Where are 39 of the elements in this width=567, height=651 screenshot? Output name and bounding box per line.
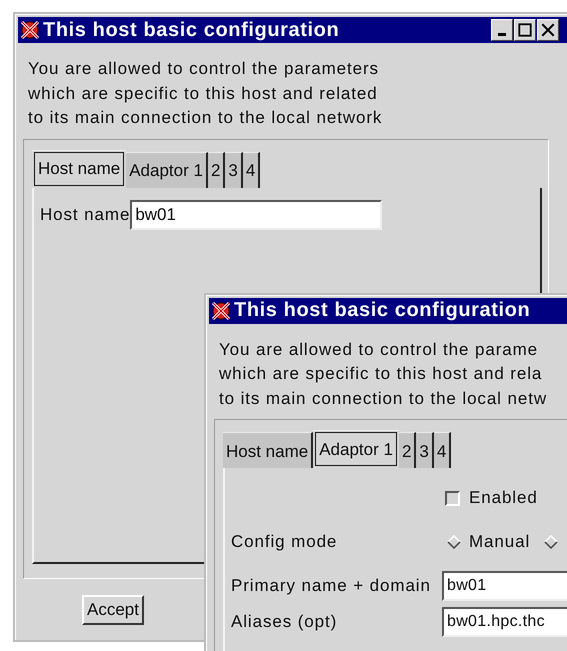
maximize-icon [517, 22, 533, 38]
checkbox-label: Enabled [469, 488, 538, 508]
minimize-icon [498, 33, 506, 36]
tab[interactable]: 4 [434, 432, 452, 468]
field-label: Host name [40, 204, 130, 224]
tab[interactable]: 2 [398, 432, 416, 468]
maximize-button[interactable] [514, 19, 536, 41]
tab[interactable]: Host name [223, 432, 314, 468]
window-title: This host basic configuration [43, 18, 340, 42]
window-title: This host basic configuration [234, 299, 530, 322]
input-field[interactable]: bw01.hpc.thc [442, 607, 567, 637]
input-field[interactable]: bw01 [130, 200, 382, 230]
close-icon [540, 22, 556, 38]
description-text: You are allowed to control the parame [219, 338, 540, 360]
description-text: You are allowed to control the parameters [28, 58, 380, 80]
radio-label: Manual [469, 532, 530, 552]
tab[interactable]: 3 [416, 432, 434, 468]
tab[interactable]: 4 [242, 152, 260, 188]
tab[interactable]: Host name [32, 150, 126, 188]
tab[interactable]: Adaptor 1 [126, 152, 208, 188]
tab[interactable]: Adaptor 1 [313, 430, 399, 468]
close-button[interactable] [537, 19, 559, 41]
description-text: to its main connection to the local network [28, 107, 384, 129]
accept-button[interactable]: Accept [82, 594, 144, 624]
field-label: Config mode [231, 532, 338, 552]
description-text: which are specific to this host and related [28, 82, 379, 104]
app-icon [20, 20, 40, 40]
radio-button[interactable] [544, 535, 558, 549]
checkbox[interactable] [445, 490, 460, 506]
radio-button[interactable] [447, 535, 461, 549]
minimize-button[interactable] [491, 19, 513, 41]
tab[interactable]: 3 [225, 152, 243, 188]
field-label: Primary name + domain [231, 576, 431, 596]
description-text: which are specific to this host and rela [219, 363, 544, 385]
app-icon [211, 300, 231, 321]
description-text: to its main connection to the local netw [219, 388, 548, 410]
field-label: Aliases (opt) [231, 612, 338, 632]
tab[interactable]: 2 [208, 152, 226, 188]
input-field[interactable]: bw01 [442, 571, 567, 601]
